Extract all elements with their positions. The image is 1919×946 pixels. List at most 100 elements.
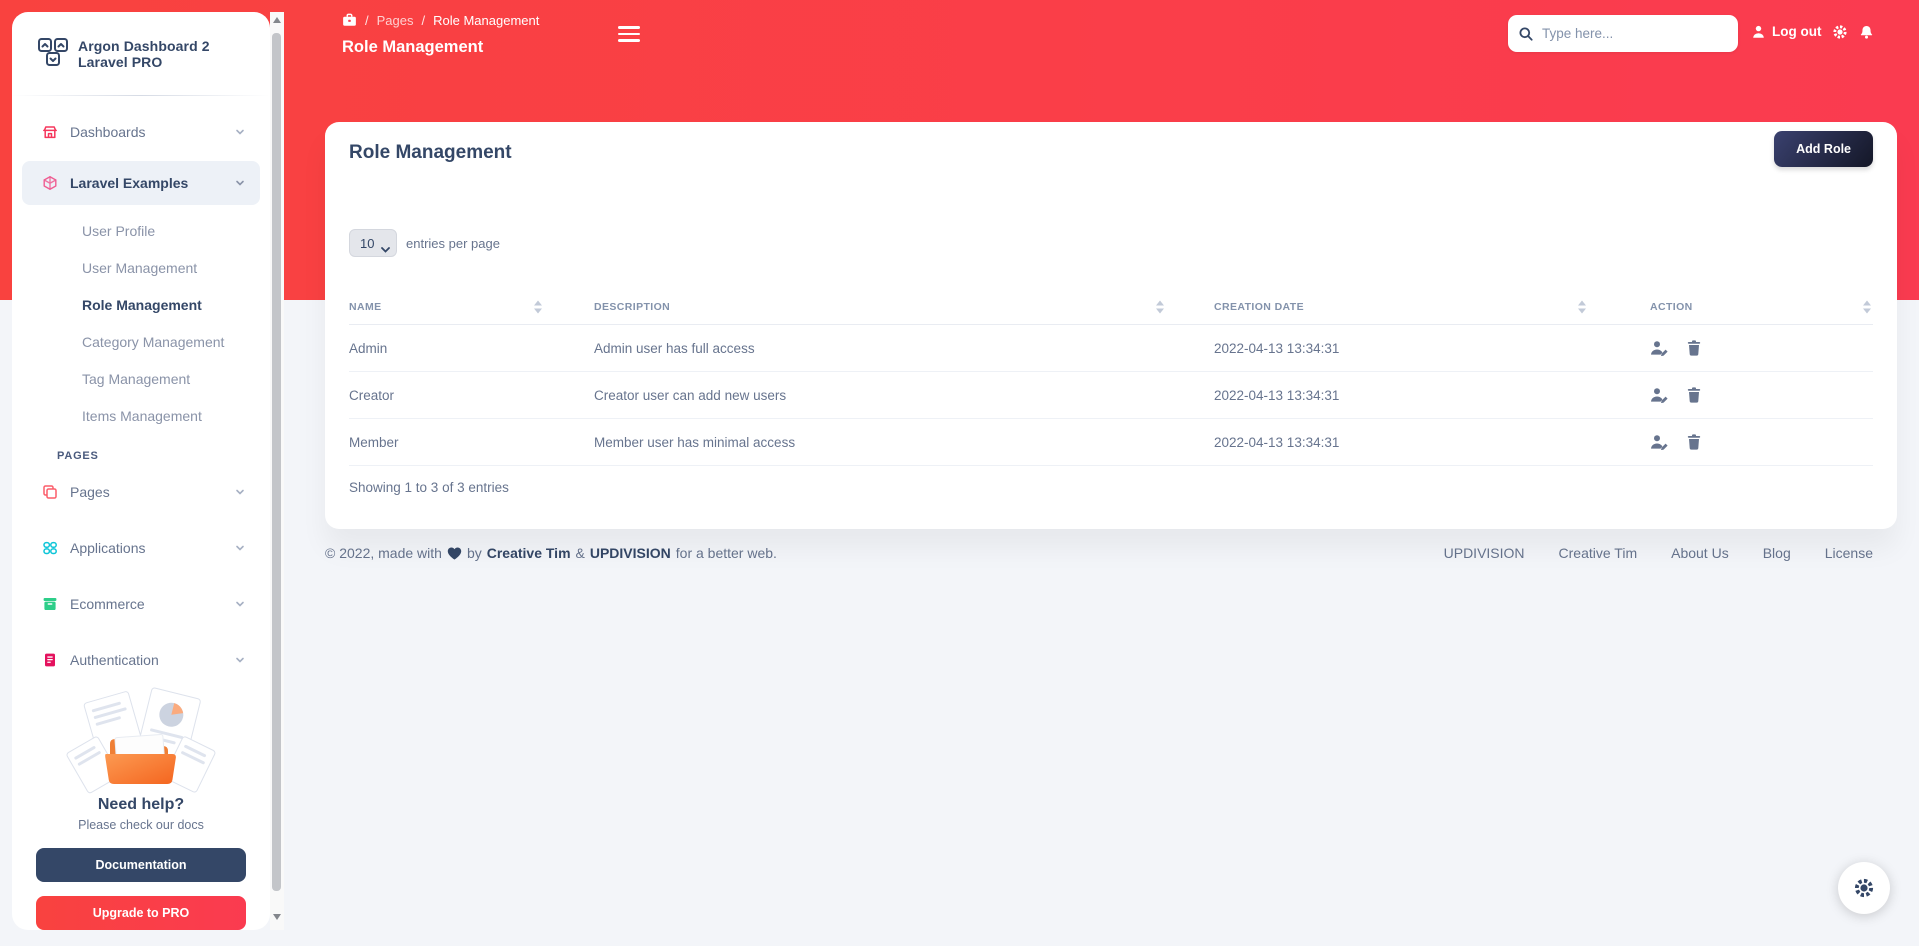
updivision-link[interactable]: UPDIVISION — [590, 545, 671, 561]
breadcrumb-current: Role Management — [433, 13, 540, 28]
role-description: Creator user can add new users — [594, 387, 787, 403]
trash-icon[interactable] — [1687, 340, 1701, 356]
footer-link-creative-tim[interactable]: Creative Tim — [1559, 545, 1638, 561]
settings-fab[interactable] — [1838, 862, 1890, 914]
showing-entries-text: Showing 1 to 3 of 3 entries — [349, 480, 509, 495]
laravel-icon — [36, 175, 64, 191]
scroll-down-arrow[interactable] — [273, 914, 281, 920]
card-title: Role Management — [349, 142, 512, 163]
trash-icon[interactable] — [1687, 387, 1701, 403]
footer-link-blog[interactable]: Blog — [1763, 545, 1791, 561]
document-icon — [36, 652, 64, 668]
logout-button[interactable]: Log out — [1752, 24, 1821, 39]
brand[interactable]: Argon Dashboard 2 Laravel PRO — [12, 12, 270, 91]
footer-copyright: © 2022, made with by Creative Tim & UPDI… — [325, 545, 777, 561]
sidebar: Argon Dashboard 2 Laravel PRO Dashboards… — [12, 12, 270, 930]
apps-icon — [36, 540, 64, 556]
add-role-button[interactable]: Add Role — [1774, 131, 1873, 167]
table-row: Creator Creator user can add new users 2… — [349, 372, 1873, 419]
breadcrumb-separator: / — [365, 13, 369, 28]
hamburger-icon[interactable] — [618, 26, 640, 42]
docs-illustration — [66, 687, 216, 794]
sidebar-item-laravel-examples[interactable]: Laravel Examples — [22, 161, 260, 205]
column-header-creation-date[interactable]: CREATION DATE — [1214, 300, 1650, 314]
column-header-description[interactable]: DESCRIPTION — [594, 300, 1214, 314]
sidebar-subitem-user-profile[interactable]: User Profile — [12, 212, 270, 249]
trash-icon[interactable] — [1687, 434, 1701, 450]
chevron-down-icon — [234, 127, 246, 137]
entries-label: entries per page — [406, 235, 500, 251]
sidebar-subitem-user-management[interactable]: User Management — [12, 249, 270, 286]
sidebar-subitem-category-management[interactable]: Category Management — [12, 323, 270, 360]
sidebar-item-dashboards[interactable]: Dashboards — [22, 110, 260, 154]
sidebar-item-applications[interactable]: Applications — [22, 526, 260, 570]
scroll-up-arrow[interactable] — [273, 17, 281, 23]
column-header-name[interactable]: NAME — [349, 300, 594, 314]
sort-icon[interactable] — [1578, 300, 1586, 314]
sidebar-subitem-items-management[interactable]: Items Management — [12, 397, 270, 434]
footer-links: UPDIVISION Creative Tim About Us Blog Li… — [1444, 545, 1873, 561]
sort-icon[interactable] — [1863, 300, 1871, 314]
shop-icon — [36, 124, 64, 140]
sidebar-item-label: Applications — [70, 540, 146, 556]
search-box — [1508, 15, 1738, 52]
footer: © 2022, made with by Creative Tim & UPDI… — [325, 545, 1873, 561]
page-title: Role Management — [342, 38, 484, 56]
role-created: 2022-04-13 13:34:31 — [1214, 434, 1340, 450]
creative-tim-link[interactable]: Creative Tim — [487, 545, 571, 561]
copy-icon — [36, 484, 64, 500]
sidebar-item-ecommerce[interactable]: Ecommerce — [22, 582, 260, 626]
chevron-down-icon — [234, 543, 246, 553]
role-name: Creator — [349, 387, 395, 403]
roles-table: NAME DESCRIPTION CREATION DATE ACTION Ad… — [349, 290, 1873, 495]
help-subtitle: Please check our docs — [78, 818, 204, 832]
edit-user-icon[interactable] — [1650, 340, 1669, 356]
bell-icon[interactable] — [1859, 24, 1874, 40]
sidebar-item-label: Pages — [70, 484, 110, 500]
breadcrumb: / Pages / Role Management — [342, 13, 539, 28]
gear-icon[interactable] — [1832, 24, 1848, 40]
help-box: Need help? Please check our docs Documen… — [12, 682, 270, 930]
top-navbar: / Pages / Role Management Role Managemen… — [296, 0, 1919, 66]
sidebar-scrollbar[interactable] — [270, 12, 284, 930]
sidebar-item-label: Ecommerce — [70, 596, 145, 612]
sidebar-scrollbar-thumb[interactable] — [272, 33, 281, 891]
chevron-down-icon — [234, 655, 246, 665]
edit-user-icon[interactable] — [1650, 434, 1669, 450]
role-description: Admin user has full access — [594, 340, 755, 356]
column-header-action[interactable]: ACTION — [1650, 300, 1873, 314]
search-icon — [1518, 26, 1534, 42]
sidebar-divider — [12, 95, 270, 96]
footer-link-license[interactable]: License — [1825, 545, 1873, 561]
laravel-examples-submenu: User Profile User Management Role Manage… — [12, 212, 270, 434]
role-description: Member user has minimal access — [594, 434, 796, 450]
footer-link-about-us[interactable]: About Us — [1671, 545, 1729, 561]
gear-icon — [1853, 877, 1875, 899]
role-name: Admin — [349, 340, 388, 356]
table-header-row: NAME DESCRIPTION CREATION DATE ACTION — [349, 290, 1873, 325]
entries-select[interactable]: 10 — [349, 229, 397, 257]
sort-icon[interactable] — [534, 300, 542, 314]
role-name: Member — [349, 434, 399, 450]
sidebar-item-label: Laravel Examples — [70, 175, 189, 191]
role-created: 2022-04-13 13:34:31 — [1214, 340, 1340, 356]
logout-label: Log out — [1772, 24, 1822, 39]
sidebar-section-pages: PAGES — [57, 450, 99, 462]
search-input[interactable] — [1542, 26, 1728, 41]
footer-link-updivision[interactable]: UPDIVISION — [1444, 545, 1525, 561]
sidebar-item-authentication[interactable]: Authentication — [22, 638, 260, 682]
breadcrumb-pages[interactable]: Pages — [377, 13, 414, 28]
sort-icon[interactable] — [1156, 300, 1164, 314]
home-icon[interactable] — [342, 13, 357, 28]
upgrade-pro-button[interactable]: Upgrade to PRO — [36, 896, 246, 930]
chevron-down-icon — [234, 599, 246, 609]
sidebar-subitem-tag-management[interactable]: Tag Management — [12, 360, 270, 397]
documentation-button[interactable]: Documentation — [36, 848, 246, 882]
sidebar-item-pages[interactable]: Pages — [22, 470, 260, 514]
sidebar-item-label: Authentication — [70, 652, 159, 668]
role-management-card: Role Management Add Role 10 entries per … — [325, 122, 1897, 529]
table-row: Member Member user has minimal access 20… — [349, 419, 1873, 466]
edit-user-icon[interactable] — [1650, 387, 1669, 403]
sidebar-subitem-role-management[interactable]: Role Management — [12, 286, 270, 323]
chevron-down-icon — [234, 178, 246, 188]
